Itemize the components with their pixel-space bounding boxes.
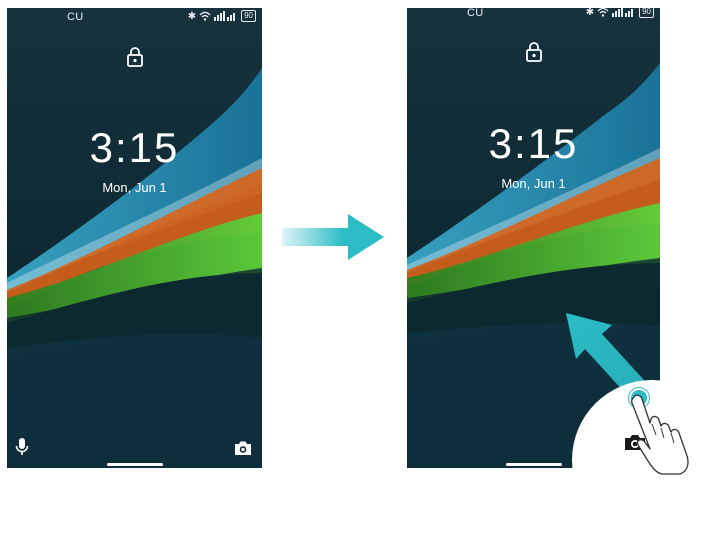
clock-time: 3:15: [488, 120, 579, 167]
wifi-icon: [199, 11, 211, 21]
wallpaper: [7, 8, 262, 468]
status-bar: CU ✱ 90: [407, 8, 660, 22]
status-icons: ✱ 90: [188, 10, 256, 22]
wifi-icon: [597, 8, 609, 17]
status-bar: CU ✱ 90: [7, 8, 262, 26]
microphone-icon[interactable]: [15, 438, 29, 456]
signal-icon: [214, 11, 236, 21]
clock-date: Mon, Jun 1: [102, 180, 167, 195]
status-icons: ✱ 90: [586, 8, 654, 18]
battery-icon: 90: [639, 8, 654, 18]
navigation-handle[interactable]: [106, 463, 163, 466]
arrow-right-icon: [282, 214, 384, 260]
signal-icon: [612, 8, 634, 17]
clock-time: 3:15: [89, 124, 180, 171]
lock-icon[interactable]: [126, 46, 144, 68]
hand-pointer-icon: [630, 394, 689, 475]
bluetooth-icon: ✱: [187, 10, 197, 22]
carrier-label: CU: [467, 8, 484, 19]
bluetooth-icon: ✱: [585, 8, 595, 18]
clock-date: Mon, Jun 1: [501, 176, 566, 191]
camera-icon[interactable]: [234, 440, 252, 456]
phone-screen-left: CU ✱ 90 3:15 Mon, Jun 1: [7, 8, 262, 468]
navigation-handle[interactable]: [505, 463, 562, 466]
carrier-label: CU: [67, 11, 84, 23]
lock-icon[interactable]: [525, 41, 543, 63]
battery-icon: 90: [241, 10, 256, 22]
